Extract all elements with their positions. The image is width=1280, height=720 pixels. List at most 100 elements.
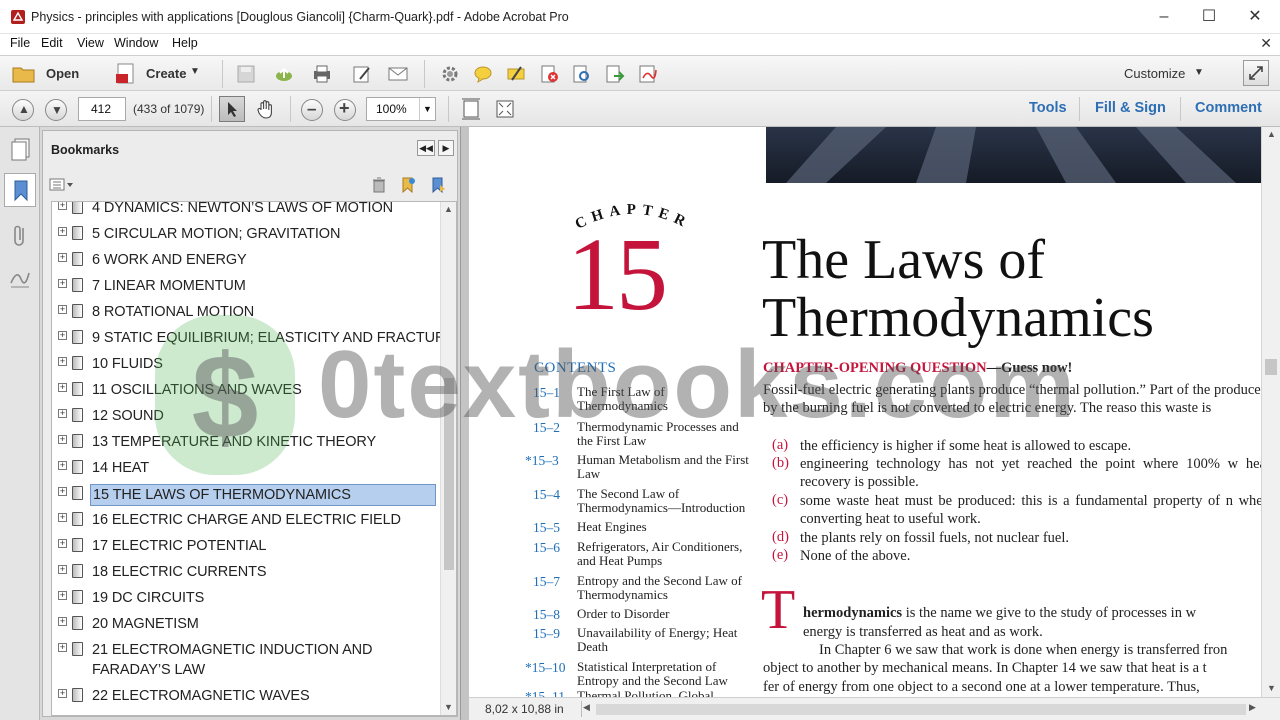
export-icon[interactable] <box>605 64 625 84</box>
expand-plus-icon[interactable]: + <box>58 539 67 548</box>
new-bookmark-icon[interactable] <box>399 176 417 194</box>
options-menu-icon[interactable] <box>49 177 75 193</box>
zoom-in-button[interactable]: + <box>334 98 356 121</box>
scroll-down-icon[interactable]: ▼ <box>1267 683 1276 693</box>
scroll-down-icon[interactable]: ▼ <box>444 702 453 712</box>
bookmark-item[interactable]: +17 ELECTRIC POTENTIAL <box>52 536 440 562</box>
bookmark-item[interactable]: +16 ELECTRIC CHARGE AND ELECTRIC FIELD <box>52 510 440 536</box>
gear-icon[interactable] <box>440 64 460 84</box>
bookmark-item[interactable]: +5 CIRCULAR MOTION; GRAVITATION <box>52 224 440 250</box>
full-screen-icon[interactable] <box>494 98 516 120</box>
expand-plus-icon[interactable]: + <box>58 461 67 470</box>
fit-page-icon[interactable] <box>461 98 481 120</box>
scroll-thumb[interactable] <box>444 378 454 570</box>
contents-item[interactable]: The First Law of Thermodynamics <box>577 385 753 413</box>
expand-plus-icon[interactable]: + <box>58 227 67 236</box>
customize-dropdown[interactable]: Customize ▼ <box>1116 60 1212 88</box>
bookmark-item[interactable]: +13 TEMPERATURE AND KINETIC THEORY <box>52 432 440 458</box>
contents-item[interactable]: Unavailability of Energy; Heat Death <box>577 626 753 654</box>
minimize-button[interactable]: – <box>1141 0 1187 34</box>
panel-options-button[interactable]: ▶ <box>438 140 454 156</box>
print-icon[interactable] <box>312 64 332 84</box>
bookmark-item[interactable]: +8 ROTATIONAL MOTION <box>52 302 440 328</box>
contents-item[interactable]: Thermodynamic Processes and the First La… <box>577 420 753 448</box>
scroll-left-icon[interactable]: ◀ <box>583 702 590 713</box>
expand-plus-icon[interactable]: + <box>58 643 67 652</box>
scroll-right-icon[interactable]: ▶ <box>1249 702 1256 713</box>
expand-plus-icon[interactable]: + <box>58 202 67 210</box>
bookmark-item[interactable]: +15 THE LAWS OF THERMODYNAMICS <box>52 484 440 510</box>
expand-plus-icon[interactable]: + <box>58 279 67 288</box>
expand-plus-icon[interactable]: + <box>58 357 67 366</box>
contents-item[interactable]: Heat Engines <box>577 520 753 534</box>
bookmark-item[interactable]: +9 STATIC EQUILIBRIUM; ELASTICITY AND FR… <box>52 328 455 354</box>
paperclip-icon[interactable] <box>11 223 29 249</box>
bookmark-item[interactable]: +20 MAGNETISM <box>52 614 440 640</box>
bookmark-item[interactable]: +4 DYNAMICS: NEWTON’S LAWS OF MOTION <box>52 202 440 224</box>
scroll-up-icon[interactable]: ▲ <box>1267 129 1276 139</box>
menu-edit[interactable]: Edit <box>41 36 63 50</box>
bookmarks-scrollbar[interactable]: ▲ ▼ <box>440 202 456 715</box>
bookmark-item[interactable]: +22 ELECTROMAGNETIC WAVES <box>52 686 440 712</box>
bookmark-item[interactable]: +6 WORK AND ENERGY <box>52 250 440 276</box>
page-thumbnails-icon[interactable] <box>10 137 32 161</box>
contents-item[interactable]: Statistical Interpretation of Entropy an… <box>577 660 753 688</box>
comment-bubble-icon[interactable] <box>473 64 493 84</box>
scroll-thumb[interactable] <box>1265 359 1277 375</box>
contents-item[interactable]: Thermal Pollution, Global <box>577 689 753 698</box>
next-page-button[interactable]: ▼ <box>45 99 67 121</box>
hand-tool-icon[interactable] <box>255 98 277 120</box>
bookmark-item[interactable]: +7 LINEAR MOMENTUM <box>52 276 440 302</box>
expand-plus-icon[interactable]: + <box>58 513 67 522</box>
expand-plus-icon[interactable]: + <box>58 487 67 496</box>
contents-item[interactable]: Order to Disorder <box>577 607 753 621</box>
sign-icon[interactable] <box>638 64 658 84</box>
redact-icon[interactable] <box>539 64 559 84</box>
email-icon[interactable] <box>388 64 408 84</box>
document-vertical-scrollbar[interactable]: ▲ ▼ <box>1261 127 1280 697</box>
pdf-page[interactable]: CHAPTER 15 The Laws of Thermodynamics CO… <box>469 127 1261 697</box>
contents-item[interactable]: The Second Law of Thermodynamics—Introdu… <box>577 487 753 515</box>
expand-plus-icon[interactable]: + <box>58 331 67 340</box>
save-icon[interactable] <box>236 64 256 84</box>
expand-plus-icon[interactable]: + <box>58 409 67 418</box>
search-document-icon[interactable] <box>572 64 592 84</box>
maximize-button[interactable]: ☐ <box>1186 0 1232 34</box>
zoom-out-button[interactable]: – <box>301 99 323 121</box>
create-button[interactable]: Create ▼ <box>112 60 212 88</box>
bookmark-item[interactable]: +18 ELECTRIC CURRENTS <box>52 562 440 588</box>
expand-plus-icon[interactable]: + <box>58 383 67 392</box>
bookmarks-panel-button[interactable] <box>4 173 36 207</box>
menu-file[interactable]: File <box>10 36 30 50</box>
delete-bookmark-icon[interactable] <box>371 177 387 193</box>
expand-plus-icon[interactable]: + <box>58 591 67 600</box>
bookmark-item[interactable]: +11 OSCILLATIONS AND WAVES <box>52 380 440 406</box>
expand-plus-icon[interactable]: + <box>58 435 67 444</box>
pane-splitter[interactable] <box>460 127 469 720</box>
contents-item[interactable]: Refrigerators, Air Conditioners, and Hea… <box>577 540 753 568</box>
menu-view[interactable]: View <box>77 36 104 50</box>
menu-help[interactable]: Help <box>172 36 198 50</box>
scroll-up-icon[interactable]: ▲ <box>444 204 453 214</box>
expand-button[interactable] <box>1243 60 1269 86</box>
expand-plus-icon[interactable]: + <box>58 689 67 698</box>
signatures-icon[interactable] <box>9 267 31 289</box>
page-number-input[interactable]: 412 <box>78 97 126 121</box>
contents-item[interactable]: Human Metabolism and the First Law <box>577 453 753 481</box>
horizontal-scroll-thumb[interactable] <box>596 704 1246 715</box>
comment-link[interactable]: Comment <box>1195 100 1262 116</box>
previous-page-button[interactable]: ▲ <box>12 99 34 121</box>
contents-item[interactable]: Entropy and the Second Law of Thermodyna… <box>577 574 753 602</box>
bookmark-item[interactable]: +14 HEAT <box>52 458 440 484</box>
expand-plus-icon[interactable]: + <box>58 617 67 626</box>
document-close-icon[interactable]: ✕ <box>1260 35 1272 52</box>
close-button[interactable]: ✕ <box>1232 0 1278 34</box>
cloud-upload-icon[interactable] <box>274 64 294 84</box>
expand-plus-icon[interactable]: + <box>58 565 67 574</box>
open-button[interactable]: Open <box>8 60 86 88</box>
bookmark-item[interactable]: FARADAY’S LAW <box>52 660 440 686</box>
tools-link[interactable]: Tools <box>1029 100 1067 116</box>
bookmark-item[interactable]: +10 FLUIDS <box>52 354 440 380</box>
fill-sign-link[interactable]: Fill & Sign <box>1095 100 1166 116</box>
bookmark-item[interactable]: +12 SOUND <box>52 406 440 432</box>
